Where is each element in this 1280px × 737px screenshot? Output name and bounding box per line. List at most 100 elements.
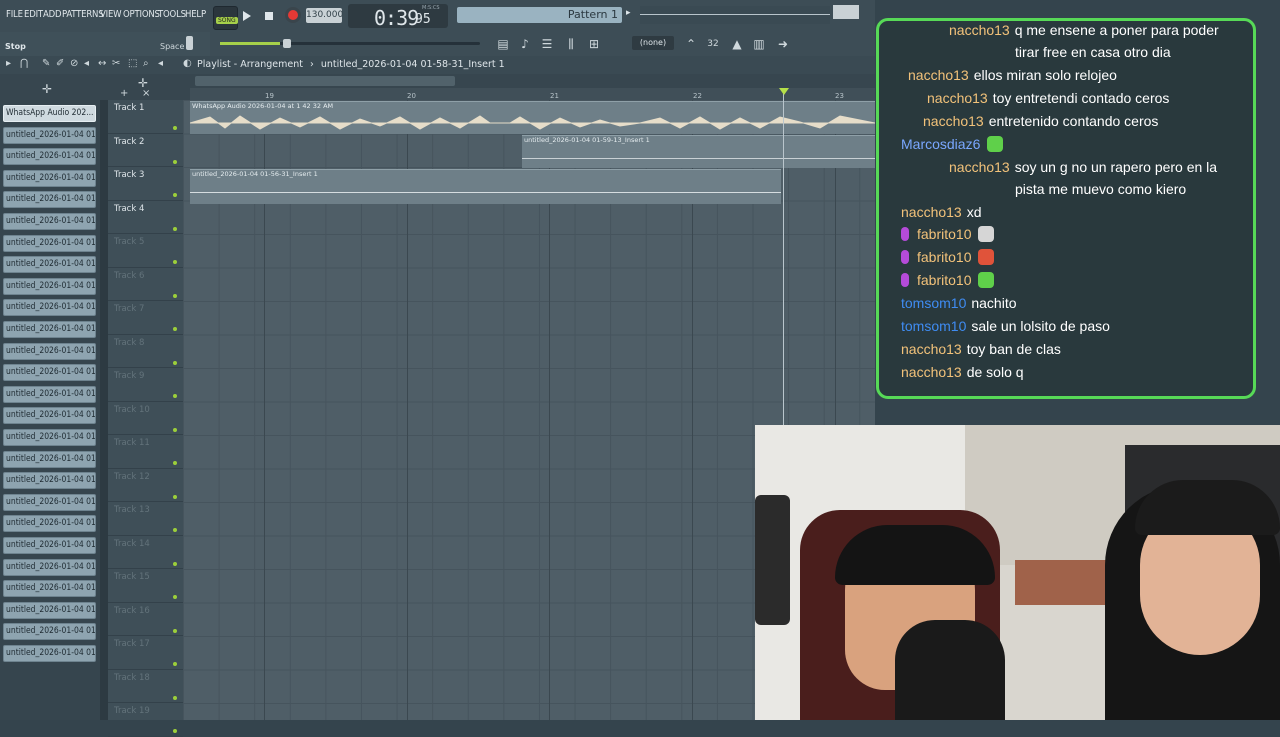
add-track-icon[interactable]: ✛	[42, 82, 52, 96]
menu-options[interactable]: OPTIONS	[123, 9, 160, 20]
playhead-marker[interactable]	[779, 88, 789, 95]
menu-tools[interactable]: TOOLS	[158, 9, 186, 20]
chat-username[interactable]: naccho13	[908, 67, 969, 83]
chat-username[interactable]: tomsom10	[901, 318, 966, 334]
track-header[interactable]: Track 6	[108, 268, 183, 301]
track-mute-led[interactable]	[173, 159, 177, 164]
delete-tool-icon[interactable]: ⊘	[70, 58, 78, 69]
clip-item[interactable]: untitled_2026-01-04 01-...	[3, 277, 96, 295]
playlist-dropdown-icon[interactable]: ◐	[183, 58, 192, 69]
playhead[interactable]	[783, 88, 784, 428]
track-mute-led[interactable]	[173, 528, 177, 532]
track-mute-led[interactable]	[173, 427, 177, 432]
track-header[interactable]: Track 14	[108, 536, 183, 569]
track-mute-led[interactable]	[173, 126, 177, 130]
record-button[interactable]	[285, 7, 301, 23]
clip-item[interactable]: untitled_2026-01-04 01-...	[3, 601, 96, 619]
audio-clip-track1[interactable]: WhatsApp Audio 2026-01-04 at 1 42 32 AM	[190, 101, 875, 134]
track-header[interactable]: Track 11	[108, 435, 183, 469]
paint-tool-icon[interactable]: ✐	[56, 58, 64, 69]
tempo-tap-icon[interactable]: ⌃	[684, 37, 698, 51]
track-mute-led[interactable]	[173, 461, 177, 465]
browser-icon[interactable]: ⊞	[587, 37, 601, 51]
stop-icon[interactable]	[262, 8, 276, 24]
chat-username[interactable]: naccho13	[901, 204, 962, 220]
chat-username[interactable]: tomsom10	[901, 295, 966, 311]
track-header[interactable]: Track 1	[108, 100, 183, 134]
track-mute-led[interactable]	[173, 595, 177, 599]
menu-file[interactable]: FILE	[6, 9, 23, 20]
chat-username[interactable]: fabrito10	[917, 272, 971, 288]
keyboard-icon[interactable]: ▥	[752, 37, 766, 51]
track-mute-led[interactable]	[173, 561, 177, 566]
clip-item[interactable]: untitled_2026-01-04 01-...	[3, 645, 96, 662]
clip-item[interactable]: untitled_2026-01-04 01-...	[3, 234, 96, 252]
menu-arrow-icon[interactable]: ▸	[6, 58, 11, 69]
chat-username[interactable]: fabrito10	[917, 226, 971, 242]
track-mute-led[interactable]	[173, 193, 177, 197]
clip-item[interactable]: untitled_2026-01-04 01-...	[3, 169, 96, 187]
menu-view[interactable]: VIEW	[100, 9, 122, 20]
track-mute-led[interactable]	[173, 628, 177, 633]
chat-username[interactable]: naccho13	[923, 113, 984, 129]
track-header[interactable]: Track 5	[108, 234, 183, 268]
chat-username[interactable]: fabrito10	[917, 249, 971, 265]
audio-clip-track2[interactable]: untitled_2026-01-04 01-59-13_Insert 1	[522, 135, 875, 168]
tempo-display[interactable]: 130.000	[306, 8, 343, 23]
track-header[interactable]: Track 12	[108, 469, 183, 502]
clip-item[interactable]: untitled_2026-01-04 01-...	[3, 515, 96, 533]
channel-rack-icon[interactable]: ☰	[540, 37, 554, 51]
typing-keyboard-icon[interactable]: 32	[706, 37, 720, 51]
metronome-icon[interactable]: ▲	[730, 37, 744, 51]
track-mute-led[interactable]	[173, 260, 177, 264]
clip-item[interactable]: untitled_2026-01-04 01-...	[3, 321, 96, 338]
clip-list-scrollbar[interactable]	[100, 100, 108, 720]
magnet-icon[interactable]: ⋂	[20, 58, 28, 69]
piano-roll-icon[interactable]: ♪	[518, 37, 532, 51]
chat-username[interactable]: naccho13	[949, 22, 1010, 38]
mixer-icon[interactable]: ⫼	[564, 37, 578, 51]
clip-item[interactable]: untitled_2026-01-04 01-...	[3, 580, 96, 598]
arrow-right-icon[interactable]: ➜	[776, 37, 790, 51]
clip-item[interactable]: untitled_2026-01-04 01-...	[3, 429, 96, 446]
menu-add[interactable]: ADD	[43, 9, 62, 20]
clip-item[interactable]: untitled_2026-01-04 01-...	[3, 256, 96, 274]
chat-username[interactable]: naccho13	[949, 159, 1010, 175]
clip-item[interactable]: untitled_2026-01-04 01-...	[3, 472, 96, 490]
track-header[interactable]: Track 2	[108, 134, 183, 167]
snap-selector[interactable]: (none)	[632, 36, 674, 50]
track-close-icon[interactable]: ×	[142, 88, 150, 99]
timeline-ruler[interactable]	[190, 88, 875, 100]
track-mute-led[interactable]	[173, 360, 177, 365]
track-add-icon[interactable]: +	[120, 88, 128, 99]
track-header[interactable]: Track 7	[108, 301, 183, 335]
track-mute-led[interactable]	[173, 394, 177, 398]
track-header[interactable]: Track 17	[108, 636, 183, 670]
clip-item[interactable]: untitled_2026-01-04 01-...	[3, 623, 96, 641]
menu-help[interactable]: HELP	[185, 9, 206, 20]
master-pitch-knob[interactable]	[186, 36, 193, 50]
track-mute-led[interactable]	[173, 695, 177, 700]
mute-tool-icon[interactable]: ◂	[84, 58, 89, 69]
clip-item[interactable]: untitled_2026-01-04 01-...	[3, 493, 96, 511]
slip-tool-icon[interactable]: ↔	[98, 58, 106, 69]
track-header[interactable]: Track 4	[108, 201, 183, 234]
menu-patterns[interactable]: PATTERNS	[62, 9, 104, 20]
track-mute-led[interactable]	[173, 293, 177, 298]
slice-tool-icon[interactable]: ✂	[112, 58, 120, 69]
track-header[interactable]: Track 3	[108, 167, 183, 201]
clip-item[interactable]: untitled_2026-01-04 01-...	[3, 364, 96, 382]
track-header[interactable]: Track 13	[108, 502, 183, 536]
clip-item[interactable]: untitled_2026-01-04 01-...	[3, 299, 96, 317]
clip-item[interactable]: untitled_2026-01-04 01-...	[3, 213, 96, 230]
pattern-selector[interactable]: Pattern 1	[457, 7, 622, 23]
track-mute-led[interactable]	[173, 226, 177, 231]
clip-item[interactable]: untitled_2026-01-04 01-...	[3, 558, 96, 576]
audio-clip-track3[interactable]: untitled_2026-01-04 01-56-31_Insert 1	[190, 169, 781, 204]
track-mute-led[interactable]	[173, 662, 177, 666]
track-header[interactable]: Track 8	[108, 335, 183, 368]
track-mute-led[interactable]	[173, 729, 177, 733]
clip-item[interactable]: untitled_2026-01-04 01-...	[3, 191, 96, 209]
track-header[interactable]: Track 10	[108, 402, 183, 435]
chat-username[interactable]: naccho13	[901, 364, 962, 380]
